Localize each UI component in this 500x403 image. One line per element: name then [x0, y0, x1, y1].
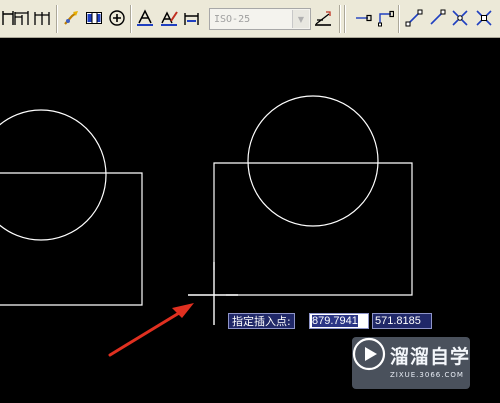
dimension-style-value: ISO-25	[214, 13, 251, 25]
toolbar-separator	[130, 5, 132, 33]
snap-center-icon[interactable]	[450, 7, 470, 29]
right-drawing-group	[213, 95, 413, 296]
dynamic-input-prompt: 指定插入点:	[228, 313, 295, 329]
quick-leader-icon[interactable]	[61, 7, 81, 29]
toolbar-separator	[398, 5, 400, 33]
dimension-style-select[interactable]: ISO-25 ▼	[209, 8, 311, 30]
snap-intersection-icon[interactable]	[404, 7, 424, 29]
coordinate-x-value: 879.7941	[312, 315, 358, 327]
watermark-text: 溜溜自学 ZIXUE.3066.COM	[389, 345, 470, 379]
chevron-down-icon[interactable]: ▼	[292, 10, 309, 28]
coordinate-y-input[interactable]: 571.8185	[372, 313, 432, 329]
snap-extension-icon[interactable]	[427, 7, 447, 29]
play-logo-icon	[352, 337, 390, 389]
dimension-update-icon[interactable]	[182, 7, 202, 29]
snap-midpoint-icon[interactable]	[375, 7, 395, 29]
toolbar-separator	[344, 5, 346, 33]
drawing-area[interactable]: 指定插入点: 879.7941 571.8185 溜溜自学 ZIXUE.3066…	[0, 38, 500, 403]
annotation-arrow	[108, 303, 194, 357]
tolerance-icon[interactable]	[84, 7, 104, 29]
left-drawing-group	[0, 109, 143, 306]
snap-endpoint-icon[interactable]	[353, 7, 373, 29]
coordinate-x-input[interactable]: 879.7941	[309, 313, 369, 329]
continue-dimension-icon[interactable]	[32, 7, 52, 29]
baseline-dimension-icon[interactable]	[12, 7, 32, 29]
dimension-text-edit-icon[interactable]	[159, 7, 179, 29]
watermark-title: 溜溜自学	[389, 345, 470, 368]
center-mark-icon[interactable]	[107, 7, 127, 29]
dimension-edit-icon[interactable]	[135, 7, 155, 29]
toolbar-separator	[56, 5, 58, 33]
dimension-style-icon[interactable]	[313, 7, 333, 29]
toolbar-separator	[339, 5, 341, 33]
watermark-url: ZIXUE.3066.COM	[389, 370, 464, 379]
autocad-window: ISO-25 ▼ 指定插入点: 879.7941 571.8185 溜溜自学 Z…	[0, 0, 500, 403]
dimension-toolbar: ISO-25 ▼	[0, 0, 500, 38]
watermark-badge: 溜溜自学 ZIXUE.3066.COM	[352, 337, 470, 389]
snap-tangent-icon[interactable]	[474, 7, 494, 29]
